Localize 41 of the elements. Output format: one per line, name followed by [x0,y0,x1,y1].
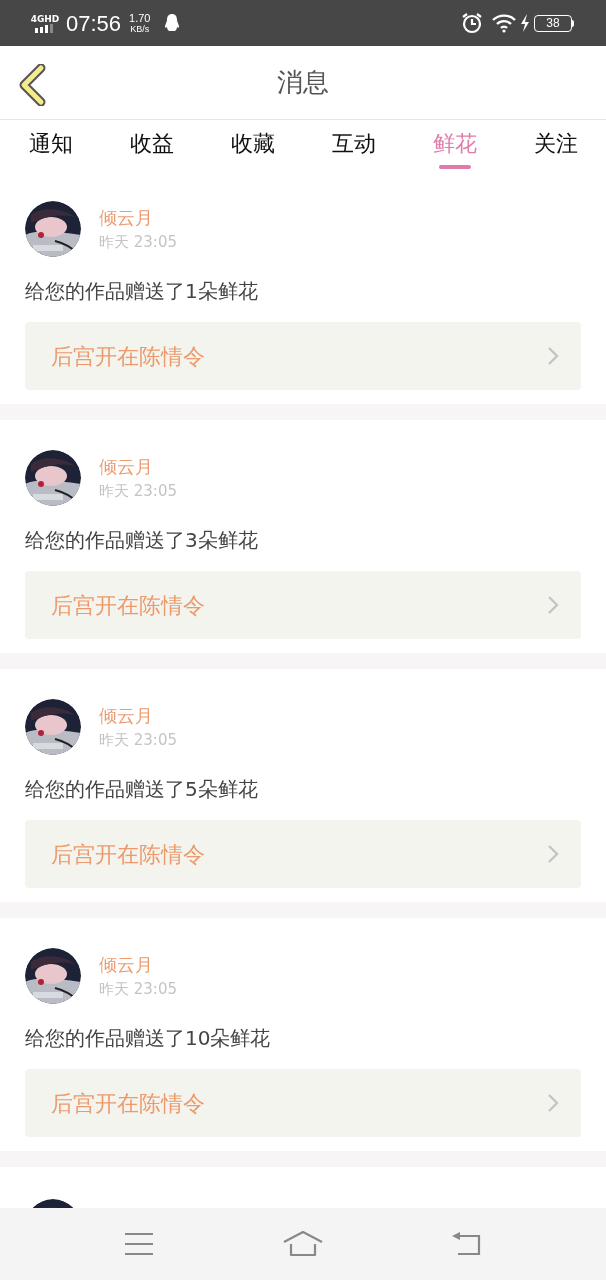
network-speed-unit: KB/s [130,23,150,34]
work-link[interactable]: 后宫开在陈情令 [25,322,581,390]
clock-time: 07:56 [66,9,122,38]
message-text: 给您的作品赠送了3朵鲜花 [25,527,259,554]
wifi-icon [492,13,518,33]
tab[interactable]: 鲜花 [404,120,505,171]
chevron-icon [547,1093,559,1113]
sender-name[interactable]: 倾云月 [99,952,177,978]
network-speed: 1.70 [129,12,151,24]
message-time: 昨天 23:05 [99,979,177,1000]
network-label: 4GHD [30,13,60,24]
message-text: 给您的作品赠送了1朵鲜花 [25,278,259,305]
work-link[interactable]: 后宫开在陈情令 [25,1069,581,1137]
message-time: 昨天 23:05 [99,730,177,751]
tab[interactable]: 通知 [0,120,101,171]
chevron-icon [547,844,559,864]
tab[interactable]: 关注 [505,120,606,171]
charging-icon [520,14,530,32]
penguin-icon [164,13,181,33]
message-text: 给您的作品赠送了5朵鲜花 [25,776,259,803]
back-icon[interactable] [18,64,46,106]
message-time: 昨天 23:05 [99,232,177,253]
message-time: 昨天 23:05 [99,481,177,502]
home-icon[interactable] [283,1231,323,1257]
back-nav-icon[interactable] [451,1232,482,1256]
sender-name[interactable]: 倾云月 [99,703,177,729]
menu-icon[interactable] [124,1232,155,1256]
tab[interactable]: 互动 [303,120,404,171]
signal-icon [34,23,56,33]
work-link[interactable]: 后宫开在陈情令 [25,820,581,888]
work-link[interactable]: 后宫开在陈情令 [25,571,581,639]
tab[interactable]: 收藏 [202,120,303,171]
message-text: 给您的作品赠送了10朵鲜花 [25,1025,272,1052]
tab[interactable]: 收益 [101,120,202,171]
alarm-icon [461,12,483,34]
chevron-icon [547,595,559,615]
sender-name[interactable]: 倾云月 [99,205,177,231]
sender-name[interactable]: 倾云月 [99,454,177,480]
chevron-icon [547,346,559,366]
page-title: 消息 [277,66,329,99]
battery-icon: 38 [534,14,572,32]
